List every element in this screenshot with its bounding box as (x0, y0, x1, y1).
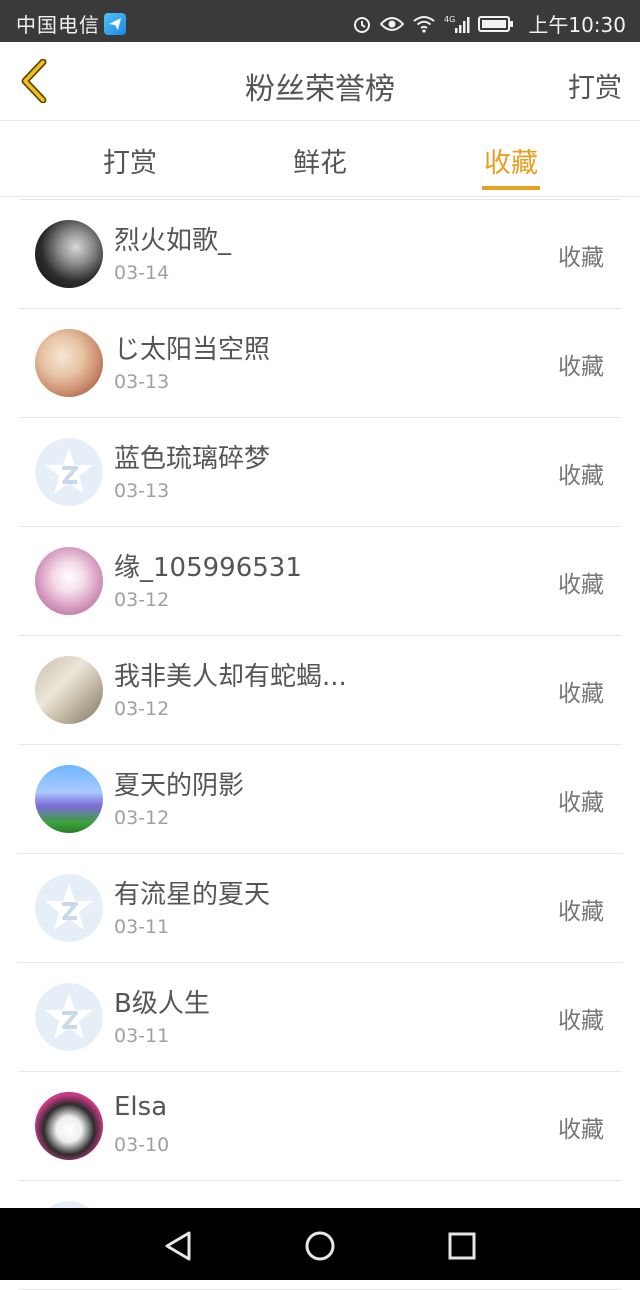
default-avatar-icon (35, 874, 103, 942)
fan-name: 夏天的阴影 (114, 771, 245, 801)
fan-date: 03-14 (114, 262, 170, 284)
fan-name: 蓝色琉璃碎梦 (114, 444, 271, 474)
action-label: 收藏 (558, 899, 604, 925)
avatar (35, 329, 103, 397)
network-badge: 4G (444, 15, 455, 24)
wifi-icon (412, 13, 436, 35)
action-label: 收藏 (558, 681, 604, 707)
reward-button[interactable]: 打赏 (568, 66, 622, 105)
list-item[interactable]: 我非美人却有蛇蝎... 03-12 收藏 (18, 636, 622, 745)
fan-date: 03-13 (114, 480, 170, 502)
tab-bar: 打赏 鲜花 收藏 (0, 121, 640, 197)
list-item[interactable]: 缘_105996531 03-12 收藏 (18, 527, 622, 636)
tab-favorites[interactable]: 收藏 (466, 141, 556, 180)
fan-date: 03-11 (114, 916, 170, 938)
fan-date: 03-12 (114, 589, 170, 611)
tab-reward[interactable]: 打赏 (85, 141, 175, 180)
list-item[interactable]: 蓝色琉璃碎梦 03-13 收藏 (18, 418, 622, 527)
action-label: 收藏 (558, 1008, 604, 1034)
fan-name: 缘_105996531 (114, 553, 302, 583)
list-item[interactable]: B级人生 03-11 收藏 (18, 963, 622, 1072)
app-notification-icon (104, 12, 126, 35)
action-label: 收藏 (558, 572, 604, 598)
app-header: 粉丝荣誉榜 打赏 (0, 42, 640, 121)
back-triangle-icon[interactable] (158, 1226, 198, 1266)
avatar (35, 656, 103, 724)
battery-icon (478, 13, 514, 35)
action-label: 收藏 (558, 245, 604, 271)
fan-name: 我非美人却有蛇蝎... (114, 662, 347, 692)
action-label: 收藏 (558, 463, 604, 489)
status-bar: 中国电信 4G 上午10:30 (0, 0, 640, 42)
default-avatar-icon (35, 438, 103, 506)
alarm-icon (352, 13, 372, 35)
tab-flowers[interactable]: 鲜花 (275, 141, 365, 180)
avatar (35, 220, 103, 288)
clock: 上午10:30 (528, 13, 626, 37)
home-circle-icon[interactable] (300, 1226, 340, 1266)
fan-date: 03-13 (114, 371, 170, 393)
carrier-label: 中国电信 (16, 13, 100, 37)
page-title: 粉丝荣誉榜 (245, 72, 395, 107)
fan-name: 有流星的夏天 (114, 880, 271, 910)
list-item[interactable]: 夏天的阴影 03-12 收藏 (18, 745, 622, 854)
fan-list[interactable]: 烈火如歌_ 03-14 收藏 じ太阳当空照 03-13 收藏 蓝色琉璃碎梦 03… (18, 199, 622, 1290)
fan-date: 03-10 (114, 1134, 170, 1156)
avatar (35, 765, 103, 833)
eye-icon (380, 13, 405, 35)
system-nav-bar (0, 1208, 640, 1280)
list-item[interactable]: 烈火如歌_ 03-14 收藏 (18, 199, 622, 309)
fan-name: 烈火如歌_ (114, 226, 232, 256)
fan-date: 03-11 (114, 1025, 170, 1047)
fan-name: じ太阳当空照 (114, 335, 271, 365)
list-item[interactable]: じ太阳当空照 03-13 收藏 (18, 309, 622, 418)
default-avatar-icon (35, 983, 103, 1051)
fan-date: 03-12 (114, 807, 170, 829)
action-label: 收藏 (558, 1117, 604, 1143)
action-label: 收藏 (558, 790, 604, 816)
active-tab-indicator (482, 186, 540, 190)
fan-name: B级人生 (114, 989, 210, 1019)
recents-square-icon[interactable] (442, 1226, 482, 1266)
avatar (35, 547, 103, 615)
list-item[interactable]: Elsa 03-10 收藏 (18, 1072, 622, 1181)
fan-date: 03-12 (114, 698, 170, 720)
fan-name: Elsa (114, 1092, 168, 1122)
signal-icon: 4G (444, 13, 470, 35)
list-item[interactable]: 有流星的夏天 03-11 收藏 (18, 854, 622, 963)
action-label: 收藏 (558, 354, 604, 380)
avatar (35, 1092, 103, 1160)
